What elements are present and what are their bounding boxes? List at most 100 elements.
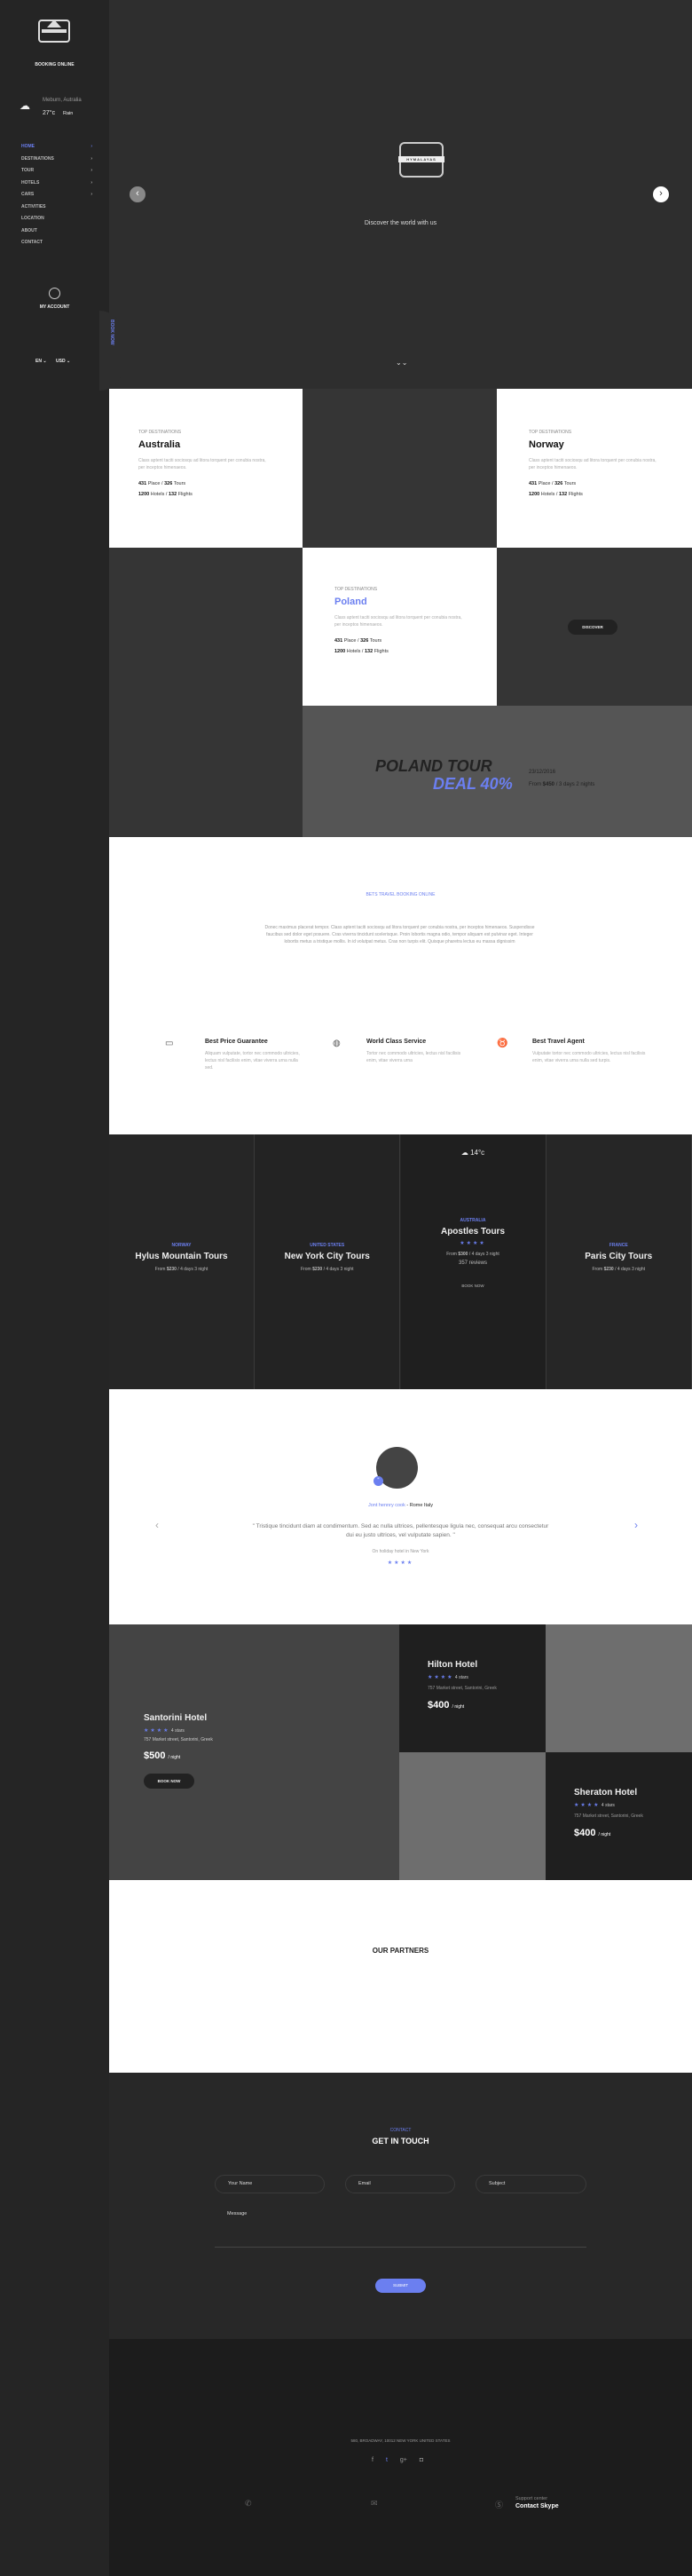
google-plus-icon[interactable]: g+ <box>400 2457 407 2463</box>
hero-logo: HYMALAYAS <box>398 142 444 178</box>
tour-weather: ☁ 14°c <box>460 1149 485 1157</box>
contact-section: CONTACT GET IN TOUCH Your Name Email Sub… <box>109 2073 692 2339</box>
facebook-icon[interactable]: f <box>372 2457 374 2463</box>
chevron-right-icon: › <box>90 192 92 197</box>
discover-panel: DISCOVER <box>497 548 692 706</box>
intro-text: Donec maximus placerat tempor. Class apt… <box>264 925 535 944</box>
tour-card[interactable]: ☁ 14°c AUSTRALIA Apostles Tours ★★★★ From $3… <box>400 1134 547 1389</box>
destination-card[interactable]: TOP DESTINATIONS Norway Class aptent tacit… <box>497 389 692 548</box>
my-account-link[interactable]: MY ACCOUNT <box>0 304 109 310</box>
weather-location: Meburn, Autralia <box>43 98 82 103</box>
destination-stats: 431 Place / 326 Tours 1200 Hotels / 132 F… <box>529 481 583 497</box>
tour-card[interactable]: UNITED STATES New York City Tours From $23… <box>255 1134 401 1389</box>
cloud-rain-icon: ☁ <box>20 99 30 112</box>
nav-item-destinations[interactable]: DESTINATIONS › <box>21 156 92 169</box>
quote-context: On holiday hotel in New York <box>372 1549 429 1554</box>
chevron-right-icon: › <box>90 168 92 173</box>
nav-item-cars[interactable]: CARS › <box>21 192 92 204</box>
currency-select[interactable]: USD ⌄ <box>56 359 70 364</box>
ticket-icon: ▭ <box>165 1039 174 1048</box>
tour-card[interactable]: FRANCE Paris City Tours From $230 / 4 days… <box>547 1134 692 1389</box>
partners-title: OUR PARTNERS <box>372 1947 429 1955</box>
hero-subtitle: Discover the world with us <box>364 220 437 226</box>
social-links: f t g+ ◘ <box>372 2457 423 2463</box>
hotel-name: Hilton Hotel <box>428 1660 478 1670</box>
submit-button[interactable]: SUBMIT <box>375 2279 426 2293</box>
rating-stars: ★★★★ <box>460 1241 486 1246</box>
destination-name: Australia <box>138 439 181 450</box>
tour-price: From $230 / 4 days 3 night <box>301 1267 354 1272</box>
message-textarea[interactable]: Message <box>215 2208 586 2248</box>
destination-tag: TOP DESTINATIONS <box>529 430 572 435</box>
instagram-icon[interactable]: ◘ <box>420 2457 423 2463</box>
user-icon[interactable] <box>49 288 60 299</box>
quote-icon: “ <box>374 1476 383 1486</box>
skype-icon: Ⓢ <box>495 2501 504 2509</box>
promo-deal: DEAL 40% <box>433 775 513 793</box>
book-now-button[interactable]: BOOK NOW <box>144 1774 194 1789</box>
destination-stats: 431 Place / 326 Tours 1200 Hotels / 132 F… <box>138 481 193 497</box>
hotel-image <box>546 1624 692 1752</box>
nav-item-contact[interactable]: CONTACT <box>21 240 92 252</box>
hotel-address: 757 Market street, Santorini, Greek <box>574 1813 643 1819</box>
name-input[interactable]: Your Name <box>215 2175 325 2193</box>
feature-item: Best Travel Agent Vulputate tortor nec co… <box>532 1039 646 1063</box>
chevron-right-icon: › <box>90 155 92 162</box>
feature-item: Best Price Guarantee Aliquam vulputate, t… <box>205 1039 300 1071</box>
destination-image <box>109 548 303 837</box>
contact-title: GET IN TOUCH <box>372 2137 429 2145</box>
tour-country: UNITED STATES <box>310 1243 345 1248</box>
destination-name: Poland <box>334 597 367 607</box>
tour-card[interactable]: NORWAY Hylus Mountain Tours From $230 / 4 … <box>109 1134 255 1389</box>
nav-item-location[interactable]: LOCATION <box>21 216 92 228</box>
tour-country: FRANCE <box>609 1243 628 1248</box>
prev-testimonial-button[interactable]: ‹ <box>155 1519 159 1531</box>
promo-date: 23/12/2016 <box>529 770 556 775</box>
tour-price: From $230 / 4 days 3 night <box>592 1267 646 1272</box>
destination-card[interactable]: TOP DESTINATIONS Australia Class aptent ta… <box>109 389 303 548</box>
hotel-card[interactable]: Santorini Hotel ★★★★ 4 stars 757 Market … <box>109 1624 399 1880</box>
nav-item-activities[interactable]: ACTIVITIES <box>21 204 92 217</box>
phone-icon: ✆ <box>245 2499 252 2508</box>
destination-desc: Class aptent taciti sociosqu ad litora t… <box>138 458 266 470</box>
next-testimonial-button[interactable]: › <box>634 1519 638 1531</box>
sidebar: BOOKING ONLINE ☁ Meburn, Autralia 27°c R… <box>0 0 122 2576</box>
intro-kicker: BETS TRAVEL BOOKING ONLINE <box>366 892 436 897</box>
side-tab[interactable]: BOOK NOW <box>99 311 122 391</box>
support-label: Support center <box>515 2496 548 2501</box>
nav-item-about[interactable]: ABOUT <box>21 228 92 241</box>
discover-button[interactable]: DISCOVER <box>568 620 617 635</box>
email-input[interactable]: Email <box>345 2175 455 2193</box>
promo-banner[interactable]: POLAND TOUR DEAL 40% 23/12/2016 From $45… <box>303 706 692 837</box>
promo-title: POLAND TOUR <box>375 757 492 775</box>
contact-kicker: CONTACT <box>389 2128 412 2133</box>
nav-item-tour[interactable]: TOUR › <box>21 168 92 180</box>
tour-name: Hylus Mountain Tours <box>135 1252 228 1261</box>
hotel-card[interactable]: Hilton Hotel ★★★★ 4 stars 757 Market str… <box>399 1624 546 1752</box>
tour-country: AUSTRALIA <box>460 1218 486 1223</box>
nav-item-hotels[interactable]: HOTELS › <box>21 180 92 193</box>
scroll-down-icon[interactable]: ⌄⌄ <box>396 359 407 367</box>
nav-item-home[interactable]: HOME › <box>21 144 92 156</box>
book-now-button[interactable]: BOOK NOW <box>401 1284 546 1288</box>
partners-section: OUR PARTNERS <box>109 1880 692 2073</box>
globe-icon: ◍ <box>333 1039 341 1048</box>
contact-skype-link[interactable]: Contact Skype <box>515 2503 559 2509</box>
tagline: BOOKING ONLINE <box>35 62 75 67</box>
tour-country: NORWAY <box>171 1243 192 1248</box>
subject-input[interactable]: Subject <box>476 2175 586 2193</box>
hotel-price: $500 / night <box>144 1750 181 1761</box>
logo[interactable] <box>38 20 70 43</box>
next-slide-button[interactable]: › <box>653 186 669 202</box>
hotel-card[interactable]: Sheraton Hotel ★★★★ 4 stars 757 Market s… <box>546 1752 692 1880</box>
tour-price: From $300 / 4 days 3 night <box>446 1252 499 1257</box>
cloud-icon: ☁ <box>460 1149 468 1157</box>
prev-slide-button[interactable]: ‹ <box>130 186 145 202</box>
language-select[interactable]: EN ⌄ <box>35 359 47 364</box>
feature-item: World Class Service Tortor nec commodo ul… <box>366 1039 461 1063</box>
chevron-right-icon: › <box>90 179 92 186</box>
destination-tag: TOP DESTINATIONS <box>334 587 378 592</box>
destination-card[interactable]: TOP DESTINATIONS Poland Class aptent tacit… <box>303 548 497 706</box>
twitter-icon[interactable]: t <box>386 2457 388 2463</box>
hotel-name: Sheraton Hotel <box>574 1788 638 1798</box>
